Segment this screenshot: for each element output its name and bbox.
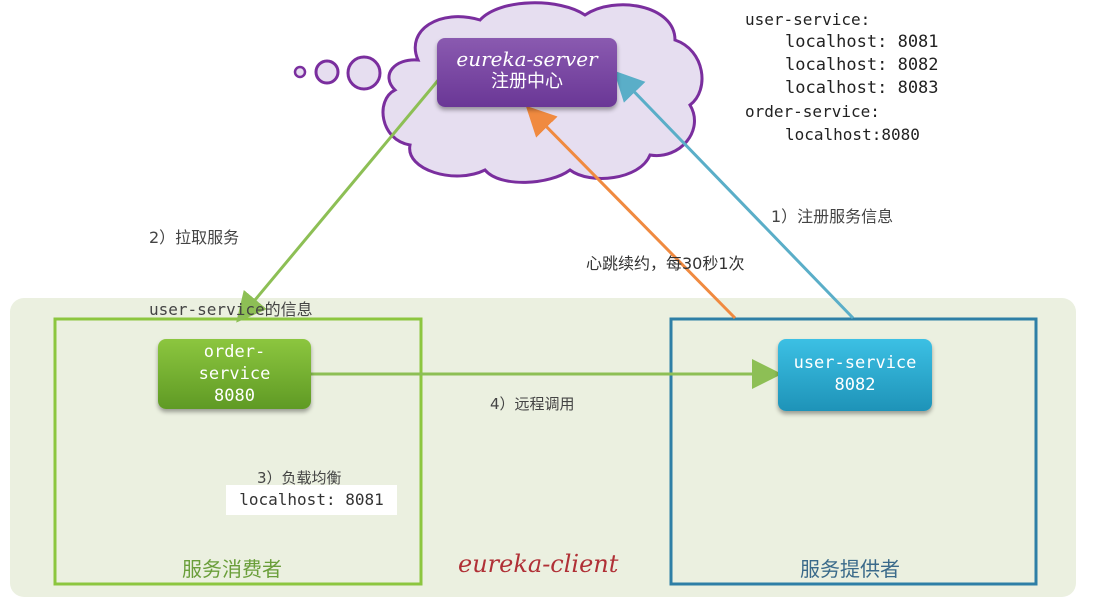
- user-service-node: user-service 8082: [778, 339, 932, 411]
- registry-line: localhost: 8081: [785, 32, 939, 52]
- load-balance-result: localhost: 8081: [226, 485, 397, 515]
- heartbeat-label: 心跳续约，每30秒1次: [586, 254, 745, 273]
- order-service-name: order-service: [198, 342, 271, 384]
- cloud-bubble-small: [293, 65, 307, 79]
- cloud-bubble-large: [346, 55, 382, 91]
- registry-line: order-service:: [745, 102, 880, 121]
- consumer-label: 服务消费者: [182, 557, 282, 581]
- registry-line: user-service:: [745, 10, 871, 29]
- registry-line: localhost: 8082: [785, 55, 939, 75]
- order-service-port: 8080: [214, 386, 255, 406]
- pull-service-label-line1: 2）拉取服务: [149, 228, 240, 247]
- eureka-server-subtitle: 注册中心: [491, 71, 563, 92]
- eureka-server-node: eureka-server 注册中心: [437, 38, 617, 107]
- eureka-client-label: eureka-client: [458, 550, 619, 578]
- user-service-name: user-service: [793, 353, 917, 373]
- order-service-node: order-service 8080: [158, 339, 311, 409]
- remote-call-label: 4）远程调用: [490, 395, 575, 413]
- pull-service-label: 2）拉取服务 user-service的信息: [149, 178, 313, 346]
- pull-service-label-line2: user-service的信息: [149, 300, 313, 319]
- registry-line: localhost:8080: [785, 125, 920, 144]
- registry-line: localhost: 8083: [785, 78, 939, 98]
- cloud-bubble-medium: [314, 59, 340, 85]
- register-label: 1）注册服务信息: [771, 207, 894, 226]
- provider-label: 服务提供者: [800, 557, 900, 581]
- registry-list: user-service: localhost: 8081 localhost: 8…: [745, 8, 939, 146]
- user-service-port: 8082: [834, 375, 876, 395]
- eureka-server-name: eureka-server: [456, 47, 598, 71]
